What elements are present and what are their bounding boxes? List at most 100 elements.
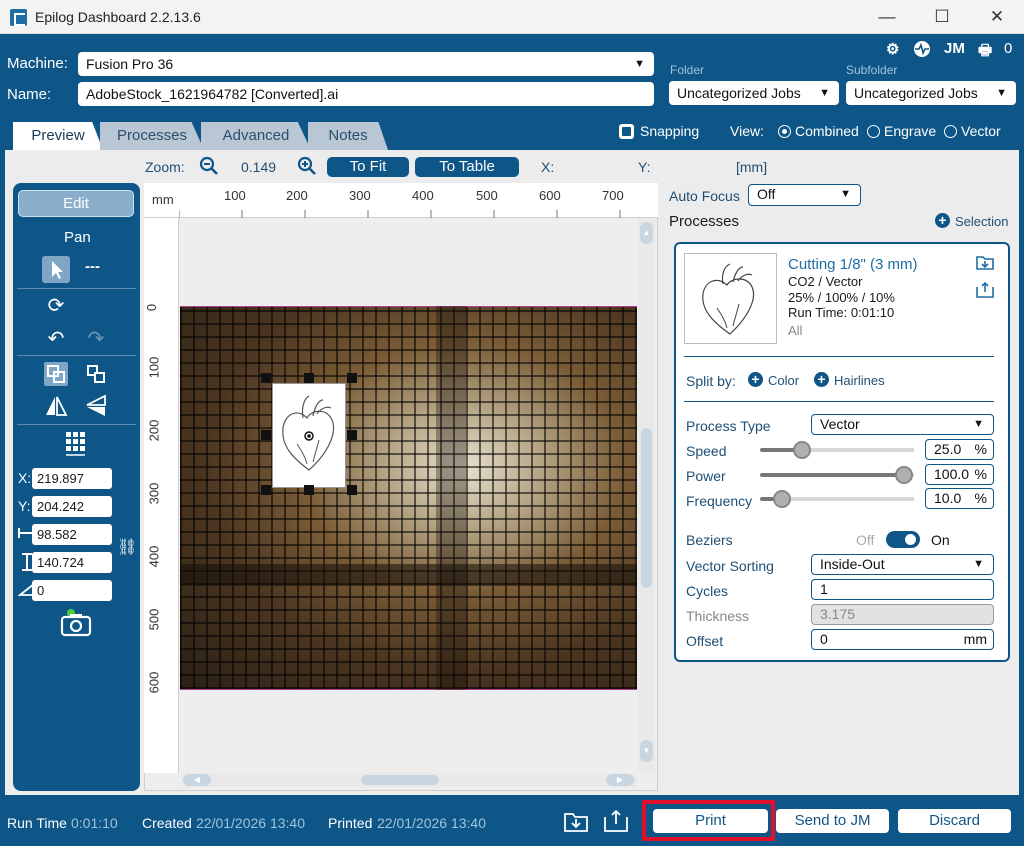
beziers-label: Beziers [686, 532, 733, 548]
process-thumbnail [684, 253, 777, 344]
artwork-selection[interactable] [272, 383, 346, 488]
vector-sorting-select[interactable]: Inside-Out ▼ [811, 554, 994, 575]
subfolder-select[interactable]: Uncategorized Jobs ▼ [846, 81, 1016, 105]
edit-button[interactable]: Edit [18, 190, 134, 217]
tool-divider [17, 424, 136, 425]
resize-handle[interactable] [347, 485, 357, 495]
discard-button[interactable]: Discard [898, 809, 1011, 833]
folder-select[interactable]: Uncategorized Jobs ▼ [669, 81, 839, 105]
zoom-out-icon[interactable] [199, 156, 219, 179]
resize-handle[interactable] [304, 373, 314, 383]
pan-mode-dashes[interactable]: --- [85, 258, 100, 275]
angle-input[interactable]: 0 [32, 580, 112, 601]
group-icon[interactable] [44, 362, 68, 386]
card-divider [684, 401, 994, 402]
speed-slider-knob[interactable] [793, 441, 811, 459]
gear-icon[interactable]: ⚙ [886, 40, 899, 58]
flip-horizontal-icon[interactable] [44, 394, 68, 421]
footer-created-value: 22/01/2026 13:40 [196, 815, 305, 831]
radio-combined[interactable] [778, 125, 791, 138]
ruler-top-tick: 300 [349, 188, 371, 203]
footer-import-icon[interactable] [563, 809, 589, 836]
y-coord-input[interactable]: 204.242 [32, 496, 112, 517]
status-pulse-icon[interactable] [913, 40, 931, 62]
tab-preview[interactable]: Preview [13, 122, 103, 150]
radio-vector[interactable] [944, 125, 957, 138]
ruler-left-tick: 0 [144, 303, 160, 312]
export-process-icon[interactable] [975, 281, 995, 302]
undo-icon[interactable]: ↶ [42, 326, 70, 351]
resize-handle[interactable] [261, 373, 271, 383]
process-settings-line: 25% / 100% / 10% [788, 290, 895, 305]
speed-input[interactable]: 25.0 % [925, 439, 994, 460]
maximize-button[interactable]: ☐ [919, 0, 965, 34]
footer-export-icon[interactable] [603, 809, 629, 836]
radio-engrave[interactable] [867, 125, 880, 138]
height-input[interactable]: 140.724 [32, 552, 112, 573]
printer-queue-icon[interactable]: 🖶 [978, 40, 992, 65]
split-color-add-icon[interactable]: + [748, 372, 763, 387]
split-color-link[interactable]: Color [768, 373, 799, 388]
scroll-left-icon[interactable]: ◀ [183, 774, 211, 786]
camera-icon[interactable] [60, 609, 92, 640]
x-coord-input[interactable]: 219.897 [32, 468, 112, 489]
ungroup-icon[interactable] [85, 363, 107, 388]
offset-label: Offset [686, 633, 724, 649]
thickness-input[interactable]: 3.175 [811, 604, 994, 625]
chevron-down-icon: ▼ [819, 87, 830, 99]
send-to-jm-button[interactable]: Send to JM [776, 809, 889, 833]
minimize-button[interactable]: — [864, 0, 910, 34]
job-manager-icon[interactable]: JM [944, 40, 965, 57]
array-grid-icon[interactable] [64, 430, 88, 461]
resize-handle[interactable] [304, 485, 314, 495]
frequency-input[interactable]: 10.0 % [925, 488, 994, 509]
process-type-select[interactable]: Vector ▼ [811, 414, 994, 435]
to-table-button[interactable]: To Table [415, 157, 519, 177]
frequency-slider-knob[interactable] [772, 490, 791, 508]
horizontal-scroll-thumb[interactable] [361, 775, 439, 785]
cycles-input[interactable]: 1 [811, 579, 994, 600]
zoom-in-icon[interactable] [297, 156, 317, 179]
job-name-input[interactable]: AdobeStock_1621964782 [Converted].ai [78, 82, 654, 106]
resize-handle[interactable] [347, 430, 357, 440]
scroll-down-icon[interactable]: ▼ [640, 740, 653, 762]
redo-icon[interactable]: ↷ [82, 326, 110, 351]
subfolder-value: Uncategorized Jobs [854, 85, 978, 101]
snapping-checkbox[interactable] [619, 124, 634, 139]
beziers-toggle[interactable] [886, 531, 920, 548]
ruler-top-tick: 600 [539, 188, 561, 203]
to-fit-button[interactable]: To Fit [327, 157, 409, 177]
tab-processes[interactable]: Processes [100, 122, 204, 150]
flip-vertical-icon[interactable] [84, 394, 108, 421]
power-slider[interactable] [760, 473, 914, 477]
offset-input[interactable]: 0 mm [811, 629, 994, 650]
tab-advanced[interactable]: Advanced [201, 122, 311, 150]
power-input[interactable]: 100.0 % [925, 464, 994, 485]
scroll-up-icon[interactable]: ▲ [640, 222, 653, 244]
snapping-label: Snapping [640, 123, 700, 139]
process-filter: All [788, 323, 803, 338]
processes-heading: Processes [669, 213, 740, 230]
scroll-right-icon[interactable]: ▶ [606, 774, 634, 786]
laser-bed-image[interactable] [180, 306, 637, 690]
print-button[interactable]: Print [653, 809, 768, 833]
lock-ratio-link-icon[interactable]: ⛓ [117, 537, 137, 557]
split-hairlines-add-icon[interactable]: + [814, 372, 829, 387]
process-name[interactable]: Cutting 1/8" (3 mm) [788, 256, 918, 273]
machine-select[interactable]: Fusion Pro 36 ▼ [78, 52, 654, 76]
import-process-icon[interactable] [975, 253, 995, 274]
resize-handle[interactable] [347, 373, 357, 383]
auto-focus-select[interactable]: Off ▼ [748, 184, 861, 206]
resize-handle[interactable] [261, 430, 271, 440]
close-button[interactable]: ✕ [974, 0, 1020, 34]
tab-notes[interactable]: Notes [308, 122, 388, 150]
vertical-scroll-thumb[interactable] [641, 428, 652, 588]
power-slider-knob[interactable] [895, 466, 913, 484]
width-input[interactable]: 98.582 [32, 524, 112, 545]
add-selection-icon[interactable]: + [935, 213, 950, 228]
select-tool-button[interactable] [42, 256, 70, 283]
split-hairlines-link[interactable]: Hairlines [834, 373, 885, 388]
selection-link[interactable]: Selection [955, 214, 1008, 229]
resize-handle[interactable] [261, 485, 271, 495]
refresh-icon[interactable]: ⟳ [42, 293, 70, 318]
